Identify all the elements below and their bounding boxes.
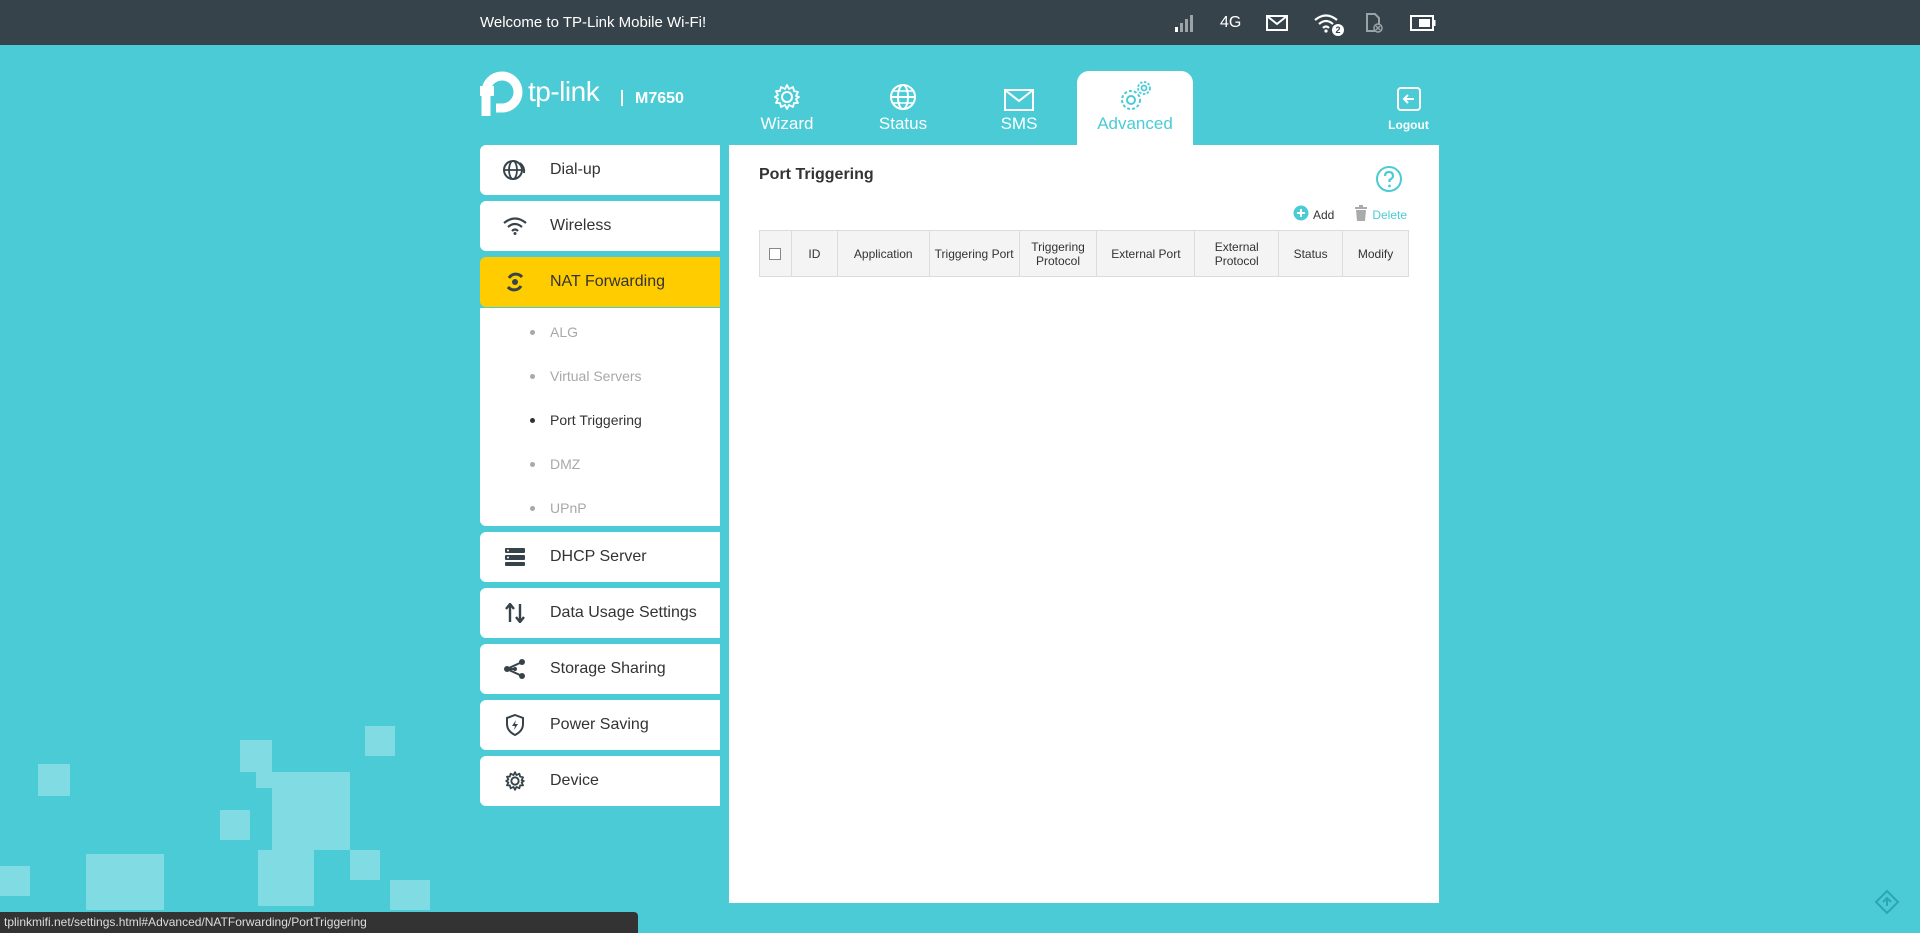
- sidebar-item-label: Power Saving: [550, 716, 649, 733]
- sidebar-item-label: Data Usage Settings: [550, 604, 697, 621]
- feedback-icon[interactable]: [1874, 889, 1900, 920]
- gear-icon: [772, 80, 802, 112]
- signal-icon: [1174, 12, 1194, 34]
- tab-label: SMS: [1000, 114, 1038, 133]
- nat-icon: [480, 271, 550, 293]
- add-label: Add: [1312, 207, 1335, 222]
- logout-icon: [1396, 86, 1422, 115]
- bullet: [530, 329, 535, 335]
- wifi-clients-badge: 2: [1332, 24, 1344, 36]
- logout-button[interactable]: Logout: [1386, 86, 1431, 132]
- table-actions: Add Delete: [1293, 205, 1407, 224]
- delete-label: Delete: [1372, 207, 1407, 222]
- port-triggering-table: ID Application Triggering Port Triggerin…: [759, 230, 1409, 277]
- sidebar-item-label: Storage Sharing: [550, 660, 666, 677]
- top-bar: Welcome to TP-Link Mobile Wi-Fi! 4G 2: [0, 0, 1920, 45]
- submenu-item-alg[interactable]: ALG: [480, 317, 720, 347]
- column-header-status[interactable]: Status: [1278, 230, 1344, 277]
- submenu-label: ALG: [550, 324, 579, 340]
- table-header-row: ID Application Triggering Port Triggerin…: [759, 230, 1409, 277]
- submenu-label: Virtual Servers: [550, 368, 642, 384]
- share-icon: [480, 659, 550, 679]
- battery-icon: [1410, 12, 1436, 34]
- add-button[interactable]: Add: [1293, 205, 1334, 224]
- sidebar-item-storage-sharing[interactable]: Storage Sharing: [480, 644, 720, 694]
- network-type: 4G: [1220, 14, 1242, 31]
- bullet: [530, 417, 535, 423]
- nat-submenu: ALG Virtual Servers Port Triggering DMZ …: [480, 308, 720, 526]
- sidebar-item-label: DHCP Server: [550, 548, 647, 565]
- trash-icon: [1354, 205, 1368, 224]
- sidebar-item-label: Dial-up: [550, 161, 601, 178]
- status-url-bar: tplinkmifi.net/settings.html#Advanced/NA…: [0, 912, 638, 933]
- submenu-item-virtual-servers[interactable]: Virtual Servers: [480, 361, 720, 391]
- sidebar-item-power-saving[interactable]: Power Saving: [480, 700, 720, 750]
- sidebar-item-device[interactable]: Device: [480, 756, 720, 806]
- status-icons: 4G 2: [1170, 0, 1440, 45]
- model-name: M7650: [635, 90, 684, 107]
- submenu-label: Port Triggering: [550, 412, 642, 428]
- bullet: [530, 373, 535, 379]
- brand-name: tp-link: [528, 76, 600, 107]
- column-header-triggering-protocol[interactable]: Triggering Protocol: [1018, 230, 1098, 277]
- sidebar-item-dial-up[interactable]: Dial-up: [480, 145, 720, 195]
- submenu-label: UPnP: [550, 500, 587, 516]
- bullet: [530, 505, 535, 511]
- submenu-item-port-triggering[interactable]: Port Triggering: [480, 405, 720, 435]
- gear-icon: [480, 770, 550, 792]
- column-header-application[interactable]: Application: [836, 230, 930, 277]
- globe-icon: [888, 80, 918, 112]
- select-all-checkbox[interactable]: [769, 248, 782, 261]
- wifi-icon[interactable]: 2: [1310, 12, 1344, 36]
- tab-advanced[interactable]: Advanced: [1077, 71, 1193, 145]
- content-panel: Port Triggering Add Delete ID Applicatio…: [729, 145, 1439, 903]
- globe-phone-icon: [480, 159, 550, 181]
- gears-icon: [1117, 80, 1153, 112]
- sidebar-item-label: Device: [550, 772, 599, 789]
- welcome-text: Welcome to TP-Link Mobile Wi-Fi!: [480, 14, 707, 31]
- tab-sms[interactable]: SMS: [961, 71, 1077, 145]
- sim-icon: [1364, 12, 1384, 34]
- logout-label: Logout: [1388, 118, 1429, 132]
- tab-status[interactable]: Status: [845, 71, 961, 145]
- sidebar-item-label: Wireless: [550, 217, 612, 234]
- tab-label: Advanced: [1097, 114, 1173, 133]
- logo-divider: [621, 90, 623, 106]
- mail-icon[interactable]: [1266, 12, 1288, 34]
- page-title: Port Triggering: [759, 166, 874, 183]
- sidebar-item-dhcp-server[interactable]: DHCP Server: [480, 532, 720, 582]
- column-header-external-port[interactable]: External Port: [1096, 230, 1196, 277]
- tp-link-logo: tp-link M7650: [480, 70, 700, 120]
- plus-circle-icon: [1293, 205, 1309, 224]
- column-header-triggering-port[interactable]: Triggering Port: [928, 230, 1020, 277]
- sidebar-item-nat-forwarding[interactable]: NAT Forwarding: [480, 257, 720, 307]
- tab-label: Wizard: [760, 114, 814, 133]
- tab-wizard[interactable]: Wizard: [729, 71, 845, 145]
- column-header-id[interactable]: ID: [790, 230, 838, 277]
- submenu-item-upnp[interactable]: UPnP: [480, 493, 720, 523]
- sidebar-item-wireless[interactable]: Wireless: [480, 201, 720, 251]
- server-icon: [480, 547, 550, 567]
- submenu-item-dmz[interactable]: DMZ: [480, 449, 720, 479]
- column-header-modify[interactable]: Modify: [1342, 230, 1409, 277]
- select-all-cell: [759, 230, 792, 277]
- arrows-updown-icon: [480, 603, 550, 623]
- wifi-icon: [480, 217, 550, 235]
- column-header-external-protocol[interactable]: External Protocol: [1194, 230, 1280, 277]
- submenu-label: DMZ: [550, 456, 581, 472]
- sidebar-item-label: NAT Forwarding: [550, 273, 665, 290]
- delete-button[interactable]: Delete: [1354, 205, 1407, 224]
- shield-icon: [480, 714, 550, 736]
- bullet: [530, 461, 535, 467]
- help-icon[interactable]: [1375, 165, 1403, 198]
- mail-icon: [1003, 80, 1035, 112]
- sidebar-item-data-usage-settings[interactable]: Data Usage Settings: [480, 588, 720, 638]
- tab-label: Status: [878, 114, 928, 133]
